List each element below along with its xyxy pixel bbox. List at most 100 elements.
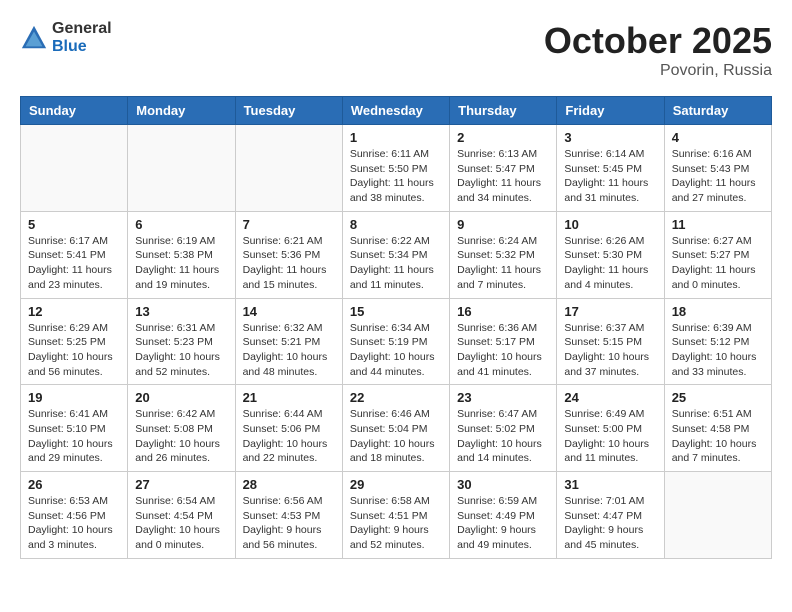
day-info: Sunrise: 6:51 AM Sunset: 4:58 PM Dayligh… (672, 407, 764, 466)
calendar-cell: 17 Sunrise: 6:37 AM Sunset: 5:15 PM Dayli… (557, 298, 664, 385)
day-number: 1 (350, 130, 442, 145)
title-block: October 2025 Povorin, Russia (544, 20, 772, 80)
calendar-cell: 23 Sunrise: 6:47 AM Sunset: 5:02 PM Dayli… (450, 385, 557, 472)
day-info: Sunrise: 6:41 AM Sunset: 5:10 PM Dayligh… (28, 407, 120, 466)
calendar-cell (664, 472, 771, 559)
logo-blue-text: Blue (52, 38, 112, 56)
day-number: 29 (350, 477, 442, 492)
week-row-1: 1 Sunrise: 6:11 AM Sunset: 5:50 PM Daylig… (21, 125, 772, 212)
day-info: Sunrise: 6:59 AM Sunset: 4:49 PM Dayligh… (457, 494, 549, 553)
calendar-cell: 31Sunrise: 7:01 AM Sunset: 4:47 PM Dayli… (557, 472, 664, 559)
day-number: 16 (457, 304, 549, 319)
day-number: 10 (564, 217, 656, 232)
day-info: Sunrise: 6:44 AM Sunset: 5:06 PM Dayligh… (243, 407, 335, 466)
calendar-cell: 13 Sunrise: 6:31 AM Sunset: 5:23 PM Dayli… (128, 298, 235, 385)
day-number: 9 (457, 217, 549, 232)
day-info: Sunrise: 6:19 AM Sunset: 5:38 PM Dayligh… (135, 234, 227, 293)
day-info: Sunrise: 6:26 AM Sunset: 5:30 PM Dayligh… (564, 234, 656, 293)
calendar-cell: 6 Sunrise: 6:19 AM Sunset: 5:38 PM Daylig… (128, 211, 235, 298)
day-info: Sunrise: 6:16 AM Sunset: 5:43 PM Dayligh… (672, 147, 764, 206)
calendar-cell: 28 Sunrise: 6:56 AM Sunset: 4:53 PM Dayli… (235, 472, 342, 559)
day-number: 13 (135, 304, 227, 319)
day-info: Sunrise: 6:27 AM Sunset: 5:27 PM Dayligh… (672, 234, 764, 293)
calendar-cell: 25 Sunrise: 6:51 AM Sunset: 4:58 PM Dayli… (664, 385, 771, 472)
day-info: Sunrise: 6:13 AM Sunset: 5:47 PM Dayligh… (457, 147, 549, 206)
calendar-cell: 22Sunrise: 6:46 AM Sunset: 5:04 PM Dayli… (342, 385, 449, 472)
day-info: Sunrise: 6:49 AM Sunset: 5:00 PM Dayligh… (564, 407, 656, 466)
weekday-header-saturday: Saturday (664, 97, 771, 125)
calendar-title: October 2025 (544, 20, 772, 62)
logo-text: General Blue (52, 20, 112, 55)
day-info: Sunrise: 6:31 AM Sunset: 5:23 PM Dayligh… (135, 321, 227, 380)
calendar-cell: 3 Sunrise: 6:14 AM Sunset: 5:45 PM Daylig… (557, 125, 664, 212)
day-number: 27 (135, 477, 227, 492)
weekday-header-wednesday: Wednesday (342, 97, 449, 125)
weekday-header-friday: Friday (557, 97, 664, 125)
day-number: 5 (28, 217, 120, 232)
calendar-cell: 15 Sunrise: 6:34 AM Sunset: 5:19 PM Dayli… (342, 298, 449, 385)
day-info: Sunrise: 6:56 AM Sunset: 4:53 PM Dayligh… (243, 494, 335, 553)
day-number: 4 (672, 130, 764, 145)
day-info: Sunrise: 6:11 AM Sunset: 5:50 PM Dayligh… (350, 147, 442, 206)
day-info: Sunrise: 6:58 AM Sunset: 4:51 PM Dayligh… (350, 494, 442, 553)
logo-icon (20, 24, 48, 52)
calendar-cell: 5 Sunrise: 6:17 AM Sunset: 5:41 PM Daylig… (21, 211, 128, 298)
calendar-cell: 4 Sunrise: 6:16 AM Sunset: 5:43 PM Daylig… (664, 125, 771, 212)
calendar-cell: 16 Sunrise: 6:36 AM Sunset: 5:17 PM Dayli… (450, 298, 557, 385)
calendar-cell: 12 Sunrise: 6:29 AM Sunset: 5:25 PM Dayli… (21, 298, 128, 385)
day-number: 23 (457, 390, 549, 405)
day-info: Sunrise: 6:24 AM Sunset: 5:32 PM Dayligh… (457, 234, 549, 293)
day-number: 7 (243, 217, 335, 232)
calendar-cell: 20Sunrise: 6:42 AM Sunset: 5:08 PM Dayli… (128, 385, 235, 472)
calendar-cell: 11 Sunrise: 6:27 AM Sunset: 5:27 PM Dayli… (664, 211, 771, 298)
logo: General Blue (20, 20, 112, 55)
week-row-4: 19 Sunrise: 6:41 AM Sunset: 5:10 PM Dayli… (21, 385, 772, 472)
day-info: Sunrise: 6:54 AM Sunset: 4:54 PM Dayligh… (135, 494, 227, 553)
day-number: 14 (243, 304, 335, 319)
calendar-cell: 26 Sunrise: 6:53 AM Sunset: 4:56 PM Dayli… (21, 472, 128, 559)
calendar-cell (21, 125, 128, 212)
day-info: Sunrise: 6:29 AM Sunset: 5:25 PM Dayligh… (28, 321, 120, 380)
day-info: Sunrise: 6:36 AM Sunset: 5:17 PM Dayligh… (457, 321, 549, 380)
week-row-3: 12 Sunrise: 6:29 AM Sunset: 5:25 PM Dayli… (21, 298, 772, 385)
day-number: 18 (672, 304, 764, 319)
calendar-cell: 8 Sunrise: 6:22 AM Sunset: 5:34 PM Daylig… (342, 211, 449, 298)
day-number: 8 (350, 217, 442, 232)
calendar-cell: 7Sunrise: 6:21 AM Sunset: 5:36 PM Daylig… (235, 211, 342, 298)
day-number: 30 (457, 477, 549, 492)
calendar-cell: 30 Sunrise: 6:59 AM Sunset: 4:49 PM Dayli… (450, 472, 557, 559)
calendar-cell: 9 Sunrise: 6:24 AM Sunset: 5:32 PM Daylig… (450, 211, 557, 298)
day-number: 28 (243, 477, 335, 492)
day-number: 15 (350, 304, 442, 319)
day-number: 6 (135, 217, 227, 232)
day-number: 24 (564, 390, 656, 405)
day-info: Sunrise: 6:34 AM Sunset: 5:19 PM Dayligh… (350, 321, 442, 380)
calendar-location: Povorin, Russia (544, 62, 772, 80)
day-info: Sunrise: 6:32 AM Sunset: 5:21 PM Dayligh… (243, 321, 335, 380)
logo-general-text: General (52, 20, 112, 38)
calendar-cell: 2 Sunrise: 6:13 AM Sunset: 5:47 PM Daylig… (450, 125, 557, 212)
day-number: 12 (28, 304, 120, 319)
day-number: 17 (564, 304, 656, 319)
day-info: Sunrise: 6:53 AM Sunset: 4:56 PM Dayligh… (28, 494, 120, 553)
calendar-table: SundayMondayTuesdayWednesdayThursdayFrid… (20, 96, 772, 559)
day-info: Sunrise: 6:39 AM Sunset: 5:12 PM Dayligh… (672, 321, 764, 380)
calendar-cell: 18 Sunrise: 6:39 AM Sunset: 5:12 PM Dayli… (664, 298, 771, 385)
day-number: 25 (672, 390, 764, 405)
day-info: Sunrise: 6:37 AM Sunset: 5:15 PM Dayligh… (564, 321, 656, 380)
day-info: Sunrise: 6:47 AM Sunset: 5:02 PM Dayligh… (457, 407, 549, 466)
day-number: 11 (672, 217, 764, 232)
day-number: 3 (564, 130, 656, 145)
day-info: Sunrise: 6:22 AM Sunset: 5:34 PM Dayligh… (350, 234, 442, 293)
day-number: 31 (564, 477, 656, 492)
day-number: 2 (457, 130, 549, 145)
day-info: Sunrise: 6:42 AM Sunset: 5:08 PM Dayligh… (135, 407, 227, 466)
day-number: 26 (28, 477, 120, 492)
weekday-header-monday: Monday (128, 97, 235, 125)
day-info: Sunrise: 6:17 AM Sunset: 5:41 PM Dayligh… (28, 234, 120, 293)
week-row-5: 26 Sunrise: 6:53 AM Sunset: 4:56 PM Dayli… (21, 472, 772, 559)
calendar-cell (128, 125, 235, 212)
day-info: Sunrise: 6:14 AM Sunset: 5:45 PM Dayligh… (564, 147, 656, 206)
weekday-header-thursday: Thursday (450, 97, 557, 125)
day-number: 19 (28, 390, 120, 405)
